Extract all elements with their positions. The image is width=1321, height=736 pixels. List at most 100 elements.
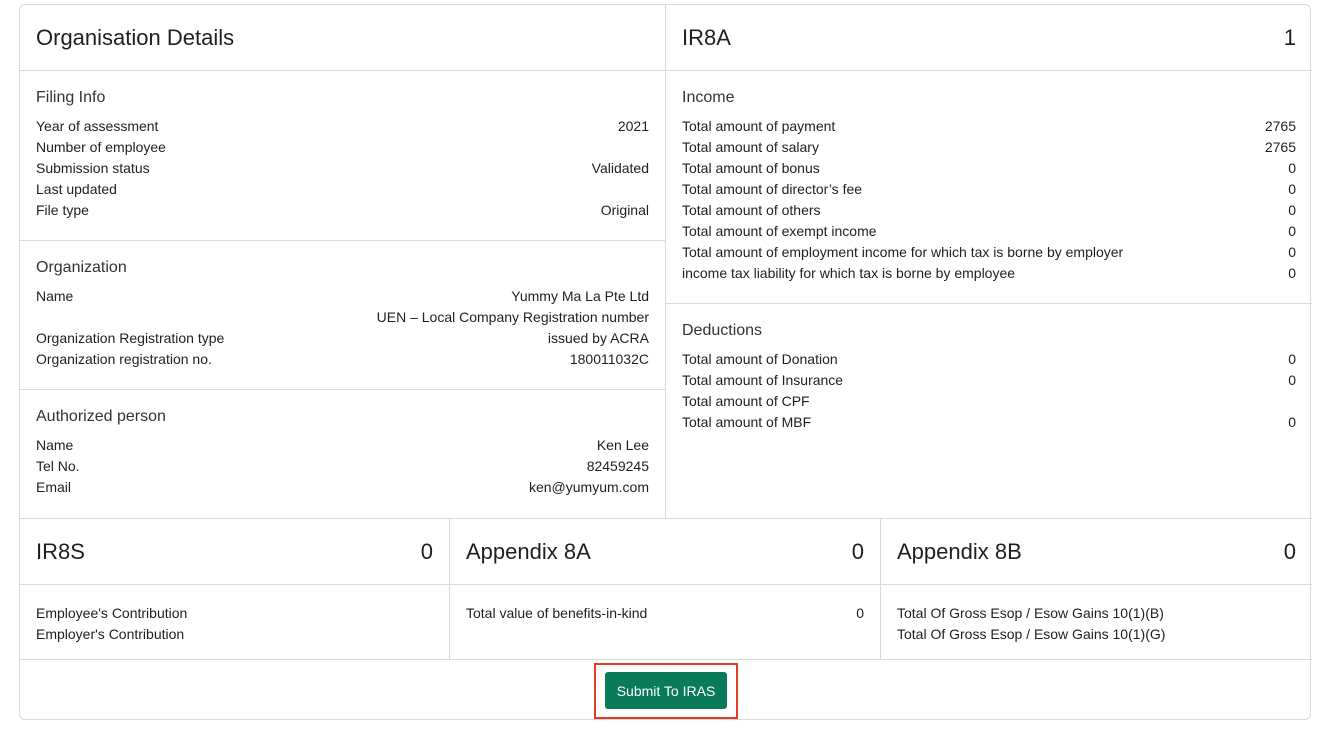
- row-value: 82459245: [586, 458, 649, 474]
- row-label: Total amount of CPF: [682, 393, 810, 409]
- appendix-8a-panel: Appendix 8A 0 Total value of benefits-in…: [450, 519, 881, 659]
- income-row: Total amount of exempt income 0: [682, 221, 1296, 242]
- row-label: Total amount of exempt income: [682, 223, 877, 239]
- appendix-8b-title: Appendix 8B: [897, 538, 1022, 564]
- ir8a-panel: IR8A 1 Income Total amount of payment 276…: [666, 5, 1312, 518]
- row-label: Last updated: [36, 181, 117, 197]
- organization-reg-no-row: Organization registration no. 180011032C: [36, 349, 649, 370]
- row-label: Total amount of MBF: [682, 414, 812, 430]
- ir8s-row: Employer's Contribution: [36, 624, 433, 645]
- organization-name-row: Name Yummy Ma La Pte Ltd: [36, 286, 649, 307]
- deductions-section: Deductions Total amount of Donation 0 Tot…: [666, 304, 1312, 447]
- row-value: 0: [1288, 202, 1296, 218]
- ir8a-header: IR8A 1: [666, 5, 1312, 71]
- row-label: Employee's Contribution: [36, 605, 188, 621]
- top-grid: Organisation Details Filing Info Year of…: [20, 5, 1312, 518]
- income-title: Income: [682, 89, 735, 106]
- income-row: Total amount of bonus 0: [682, 158, 1296, 179]
- ir8a-count: 1: [1283, 24, 1296, 50]
- row-value: 0: [1288, 414, 1296, 430]
- row-label: Total amount of payment: [682, 118, 836, 134]
- ir8s-body: Employee's Contribution Employer's Contr…: [20, 585, 449, 659]
- row-label: File type: [36, 202, 89, 218]
- row-label: Tel No.: [36, 458, 80, 474]
- row-value: 0: [856, 605, 864, 621]
- row-value: Ken Lee: [596, 437, 649, 453]
- row-label: Year of assessment: [36, 118, 159, 134]
- filing-info-section: Filing Info Year of assessment 2021 Numbe…: [20, 71, 665, 241]
- appendix-8a-header: Appendix 8A 0: [450, 519, 880, 585]
- authorized-person-title: Authorized person: [36, 408, 166, 425]
- row-label: Submission status: [36, 160, 150, 176]
- appendix-8b-row: Total Of Gross Esop / Esow Gains 10(1)(B…: [897, 603, 1296, 624]
- deduction-row: Total amount of Donation 0: [682, 349, 1296, 370]
- organization-section: Organization Name Yummy Ma La Pte Ltd Org…: [20, 241, 665, 390]
- row-value: 0: [1288, 181, 1296, 197]
- row-value: 2765: [1264, 139, 1296, 155]
- footer: Submit To IRAS: [20, 659, 1312, 721]
- row-value: Validated: [591, 160, 649, 176]
- authorized-row: Name Ken Lee: [36, 435, 649, 456]
- appendix-8a-body: Total value of benefits-in-kind 0: [450, 585, 880, 659]
- income-row: Total amount of employment income for wh…: [682, 242, 1296, 263]
- income-row: Total amount of payment 2765: [682, 116, 1296, 137]
- appendix-8b-row: Total Of Gross Esop / Esow Gains 10(1)(G…: [897, 624, 1296, 645]
- row-label: Total amount of salary: [682, 139, 819, 155]
- deductions-title: Deductions: [682, 322, 763, 339]
- appendix-8b-panel: Appendix 8B 0 Total Of Gross Esop / Esow…: [881, 519, 1312, 659]
- authorized-row: Tel No. 82459245: [36, 456, 649, 477]
- row-value: 180011032C: [569, 351, 649, 367]
- authorized-person-section: Authorized person Name Ken Lee Tel No. 824…: [20, 390, 665, 512]
- organization-title: Organization: [36, 259, 127, 276]
- row-label: Organization registration no.: [36, 351, 212, 367]
- ir8s-title: IR8S: [36, 538, 85, 564]
- income-row: Total amount of director’s fee 0: [682, 179, 1296, 200]
- reg-type-value-line1: UEN – Local Company Registration number: [376, 309, 649, 325]
- ir8s-count: 0: [420, 538, 433, 564]
- appendix-8a-title: Appendix 8A: [466, 538, 591, 564]
- row-label: Number of employee: [36, 139, 166, 155]
- appendix-8b-count: 0: [1283, 538, 1296, 564]
- income-row: Total amount of others 0: [682, 200, 1296, 221]
- row-value: Original: [600, 202, 649, 218]
- filing-row: Submission status Validated: [36, 158, 649, 179]
- row-value: 0: [1288, 265, 1296, 281]
- row-value: 2021: [617, 118, 649, 134]
- filing-row: File type Original: [36, 200, 649, 221]
- row-label: Name: [36, 437, 74, 453]
- row-label: Total amount of others: [682, 202, 821, 218]
- organization-reg-type-row: Organization Registration type UEN – Loc…: [36, 307, 649, 349]
- row-value: 2765: [1264, 118, 1296, 134]
- ir8s-header: IR8S 0: [20, 519, 449, 585]
- ir8s-row: Employee's Contribution: [36, 603, 433, 624]
- submit-to-iras-button[interactable]: Submit To IRAS: [605, 672, 727, 709]
- filing-row: Number of employee: [36, 137, 649, 158]
- row-label: Total value of benefits-in-kind: [466, 605, 648, 621]
- row-value: 0: [1288, 160, 1296, 176]
- row-value: Yummy Ma La Pte Ltd: [511, 288, 649, 304]
- row-label: Organization Registration type: [36, 330, 225, 346]
- organisation-details-title: Organisation Details: [36, 24, 235, 50]
- organisation-details-header: Organisation Details: [20, 5, 665, 71]
- row-value: UEN – Local Company Registration number …: [377, 307, 649, 349]
- row-label: Total amount of employment income for wh…: [682, 244, 1124, 260]
- row-label: Total amount of Insurance: [682, 372, 844, 388]
- deduction-row: Total amount of Insurance 0: [682, 370, 1296, 391]
- summary-card: Organisation Details Filing Info Year of…: [19, 4, 1312, 721]
- ir8s-panel: IR8S 0 Employee's Contribution Employer'…: [20, 519, 450, 659]
- appendix-8a-row: Total value of benefits-in-kind 0: [466, 603, 864, 624]
- appendix-8b-body: Total Of Gross Esop / Esow Gains 10(1)(B…: [881, 585, 1312, 659]
- deduction-row: Total amount of MBF 0: [682, 412, 1296, 433]
- row-label: Total amount of bonus: [682, 160, 820, 176]
- income-section: Income Total amount of payment 2765 Total…: [666, 71, 1312, 304]
- row-label: Email: [36, 479, 72, 495]
- row-value: ken@yumyum.com: [528, 479, 649, 495]
- row-label: Total Of Gross Esop / Esow Gains 10(1)(G…: [897, 626, 1166, 642]
- row-label: Employer's Contribution: [36, 626, 185, 642]
- appendix-8b-header: Appendix 8B 0: [881, 519, 1312, 585]
- deduction-row: Total amount of CPF: [682, 391, 1296, 412]
- filing-row: Last updated: [36, 179, 649, 200]
- row-value: 0: [1288, 244, 1296, 260]
- bottom-grid: IR8S 0 Employee's Contribution Employer'…: [20, 518, 1312, 659]
- row-label: income tax liability for which tax is bo…: [682, 265, 1016, 281]
